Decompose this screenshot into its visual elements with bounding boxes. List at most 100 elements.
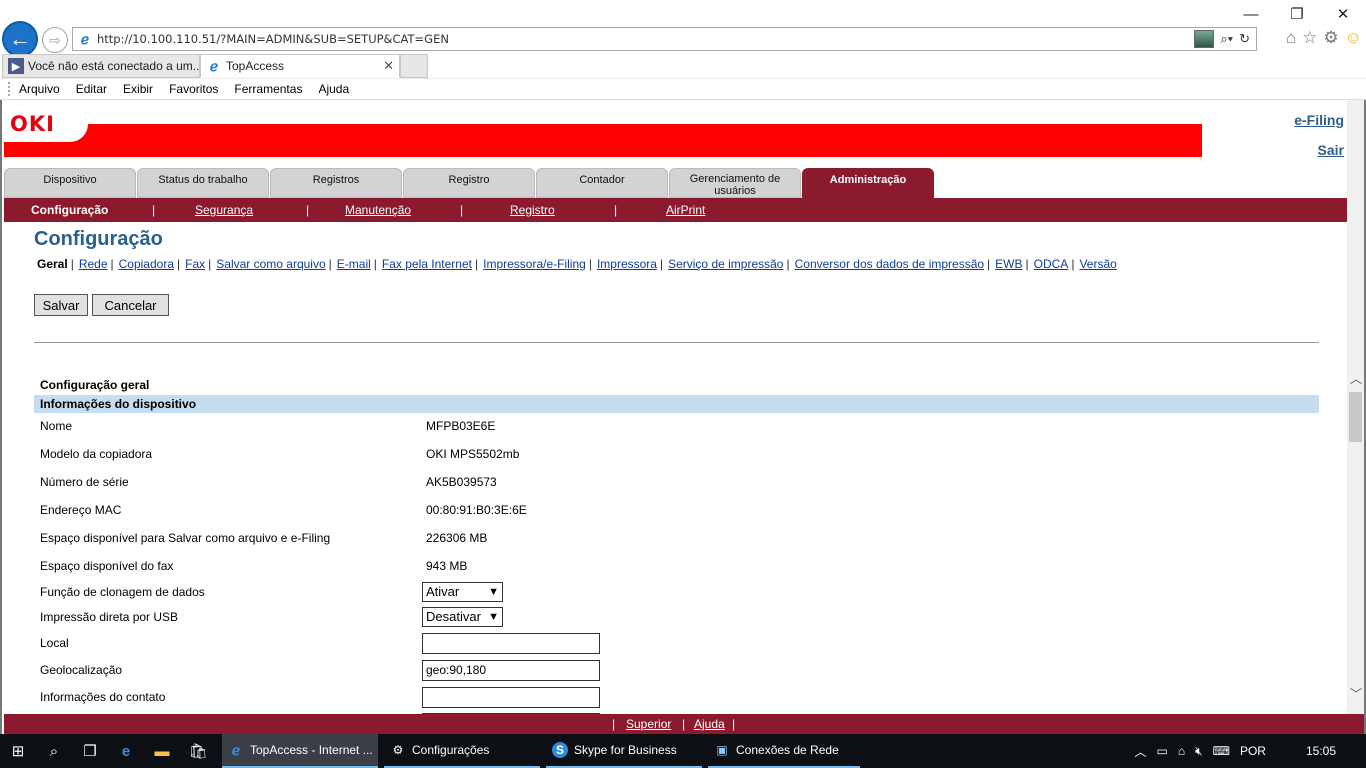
tab-dispositivo[interactable]: Dispositivo: [4, 168, 136, 198]
menu-exibir[interactable]: Exibir: [123, 82, 153, 96]
label-local: Local: [40, 636, 69, 650]
address-bar[interactable]: ℯ http://10.100.110.51/?MAIN=ADMIN&SUB=S…: [72, 27, 1257, 51]
speaker-muted-icon[interactable]: 🔇︎: [1195, 744, 1203, 759]
language-indicator[interactable]: POR: [1240, 744, 1266, 758]
back-button[interactable]: ←: [2, 21, 38, 57]
browser-tab-inactive[interactable]: ▶ Você não está conectado a um...: [2, 54, 200, 78]
address-url[interactable]: http://10.100.110.51/?MAIN=ADMIN&SUB=SET…: [97, 32, 1194, 46]
cat-geral[interactable]: Geral: [37, 257, 68, 271]
compat-view-icon[interactable]: [1194, 30, 1215, 48]
clonagem-select[interactable]: Ativar ▼: [422, 582, 503, 602]
section-title: Configuração geral: [40, 378, 150, 392]
close-window-button[interactable]: ✕: [1320, 0, 1366, 28]
refresh-icon[interactable]: ↻: [1239, 31, 1250, 47]
logout-link[interactable]: Sair: [1318, 142, 1344, 158]
menu-arquivo[interactable]: Arquivo: [19, 82, 60, 96]
subnav-separator: |: [306, 203, 310, 217]
subnav-airprint[interactable]: AirPrint: [666, 203, 705, 217]
cat-fax-internet[interactable]: Fax pela Internet: [382, 257, 472, 271]
cat-rede[interactable]: Rede: [79, 257, 108, 271]
menu-favoritos[interactable]: Favoritos: [169, 82, 218, 96]
taskbar-app-configuracoes[interactable]: ⚙ Configurações: [384, 734, 540, 768]
value-mac: 00:80:91:B0:3E:6E: [426, 503, 527, 517]
search-icon[interactable]: ⌕▾: [1220, 31, 1233, 47]
restore-button[interactable]: ❐: [1274, 0, 1320, 28]
cat-versao[interactable]: Versão: [1079, 257, 1116, 271]
clock[interactable]: 15:05: [1306, 744, 1336, 758]
usb-select[interactable]: Desativar ▼: [422, 607, 503, 627]
system-tray: ︿ ▭ ⌂ 🔇︎ ⌨ POR 15:05: [1134, 734, 1366, 768]
tab-contador[interactable]: Contador: [536, 168, 668, 198]
tab-administracao[interactable]: Administração: [802, 168, 934, 198]
subnav-registro[interactable]: Registro: [510, 203, 555, 217]
menu-ferramentas[interactable]: Ferramentas: [234, 82, 302, 96]
divider: [34, 342, 1319, 343]
scroll-up-icon[interactable]: ︿: [1350, 370, 1362, 387]
cancel-button[interactable]: Cancelar: [92, 294, 169, 316]
scroll-thumb[interactable]: [1349, 392, 1362, 442]
section-header: Informações do dispositivo: [34, 395, 1319, 413]
scroll-down-icon[interactable]: ﹀: [1350, 685, 1362, 702]
label-espaco-fax: Espaço disponível do fax: [40, 559, 174, 573]
subnav-seguranca[interactable]: Segurança: [195, 203, 253, 217]
local-input[interactable]: [422, 633, 600, 654]
tab-registros[interactable]: Registros: [270, 168, 402, 198]
cat-impressora-efiling[interactable]: Impressora/e-Filing: [483, 257, 586, 271]
cat-ewb[interactable]: EWB: [995, 257, 1022, 271]
store-icon[interactable]: 🛍: [180, 734, 216, 768]
tab-registro[interactable]: Registro: [403, 168, 535, 198]
cat-email[interactable]: E-mail: [337, 257, 371, 271]
forward-button[interactable]: ⇨: [42, 27, 68, 53]
cat-fax[interactable]: Fax: [185, 257, 205, 271]
contato-input[interactable]: [422, 687, 600, 708]
battery-icon[interactable]: ▭: [1156, 744, 1167, 758]
ajuda-link[interactable]: Ajuda: [694, 717, 725, 731]
sub-navigation: Configuração | Segurança | Manutenção | …: [4, 198, 1364, 222]
cat-servico-impressao[interactable]: Serviço de impressão: [668, 257, 783, 271]
favorites-star-icon[interactable]: ☆: [1302, 28, 1317, 48]
superior-link[interactable]: Superior: [626, 717, 671, 731]
taskbar-app-label: Conexões de Rede: [736, 743, 839, 757]
geo-input[interactable]: geo:90,180: [422, 660, 600, 681]
subnav-configuracao[interactable]: Configuração: [31, 203, 108, 217]
search-icon[interactable]: ⌕: [36, 734, 72, 768]
taskbar-app-topaccess[interactable]: ℯ TopAccess - Internet ...: [222, 734, 378, 768]
gear-icon: ⚙: [392, 743, 404, 757]
windows-start-icon[interactable]: ⊞: [0, 734, 36, 768]
arrow-right-icon: ⇨: [49, 31, 61, 48]
cat-separator: |: [659, 257, 664, 271]
edge-icon[interactable]: e: [108, 734, 144, 768]
file-explorer-icon[interactable]: ▬: [144, 734, 180, 768]
tab-gerenciamento-usuarios[interactable]: Gerenciamento de usuários: [669, 168, 801, 198]
cat-salvar-arquivo[interactable]: Salvar como arquivo: [216, 257, 325, 271]
taskbar-app-skype[interactable]: S Skype for Business: [546, 734, 702, 768]
new-tab-button[interactable]: [400, 54, 428, 78]
network-icon[interactable]: ⌂: [1178, 744, 1185, 758]
subnav-manutencao[interactable]: Manutenção: [345, 203, 411, 217]
save-button[interactable]: Salvar: [34, 294, 88, 316]
minimize-button[interactable]: —: [1228, 0, 1274, 28]
efiling-link[interactable]: e-Filing: [1294, 112, 1344, 128]
cat-impressora[interactable]: Impressora: [597, 257, 657, 271]
home-icon[interactable]: ⌂: [1286, 28, 1296, 48]
task-view-icon[interactable]: ❐: [72, 734, 108, 768]
usb-select-value: Desativar: [426, 609, 481, 624]
close-tab-icon[interactable]: ✕: [377, 58, 394, 74]
cat-separator: |: [786, 257, 790, 271]
vertical-scrollbar[interactable]: ︿ ﹀: [1347, 100, 1364, 734]
cat-odca[interactable]: ODCA: [1034, 257, 1069, 271]
cat-copiadora[interactable]: Copiadora: [119, 257, 174, 271]
menu-bar: Arquivo Editar Exibir Favoritos Ferramen…: [0, 78, 1366, 100]
gear-icon[interactable]: ⚙: [1323, 28, 1338, 48]
taskbar-app-conexoes[interactable]: ▣ Conexões de Rede: [708, 734, 860, 768]
cat-conversor[interactable]: Conversor dos dados de impressão: [795, 257, 984, 271]
menu-ajuda[interactable]: Ajuda: [318, 82, 349, 96]
cat-separator: |: [1071, 257, 1075, 271]
menu-editar[interactable]: Editar: [76, 82, 107, 96]
keyboard-icon[interactable]: ⌨: [1213, 744, 1230, 758]
taskbar-app-label: TopAccess - Internet ...: [250, 743, 373, 757]
browser-tab-active[interactable]: ℯ TopAccess ✕: [200, 54, 400, 78]
chevron-up-icon[interactable]: ︿: [1134, 743, 1146, 760]
tab-status-trabalho[interactable]: Status do trabalho: [137, 168, 269, 198]
smiley-feedback-icon[interactable]: ☺: [1345, 28, 1362, 48]
